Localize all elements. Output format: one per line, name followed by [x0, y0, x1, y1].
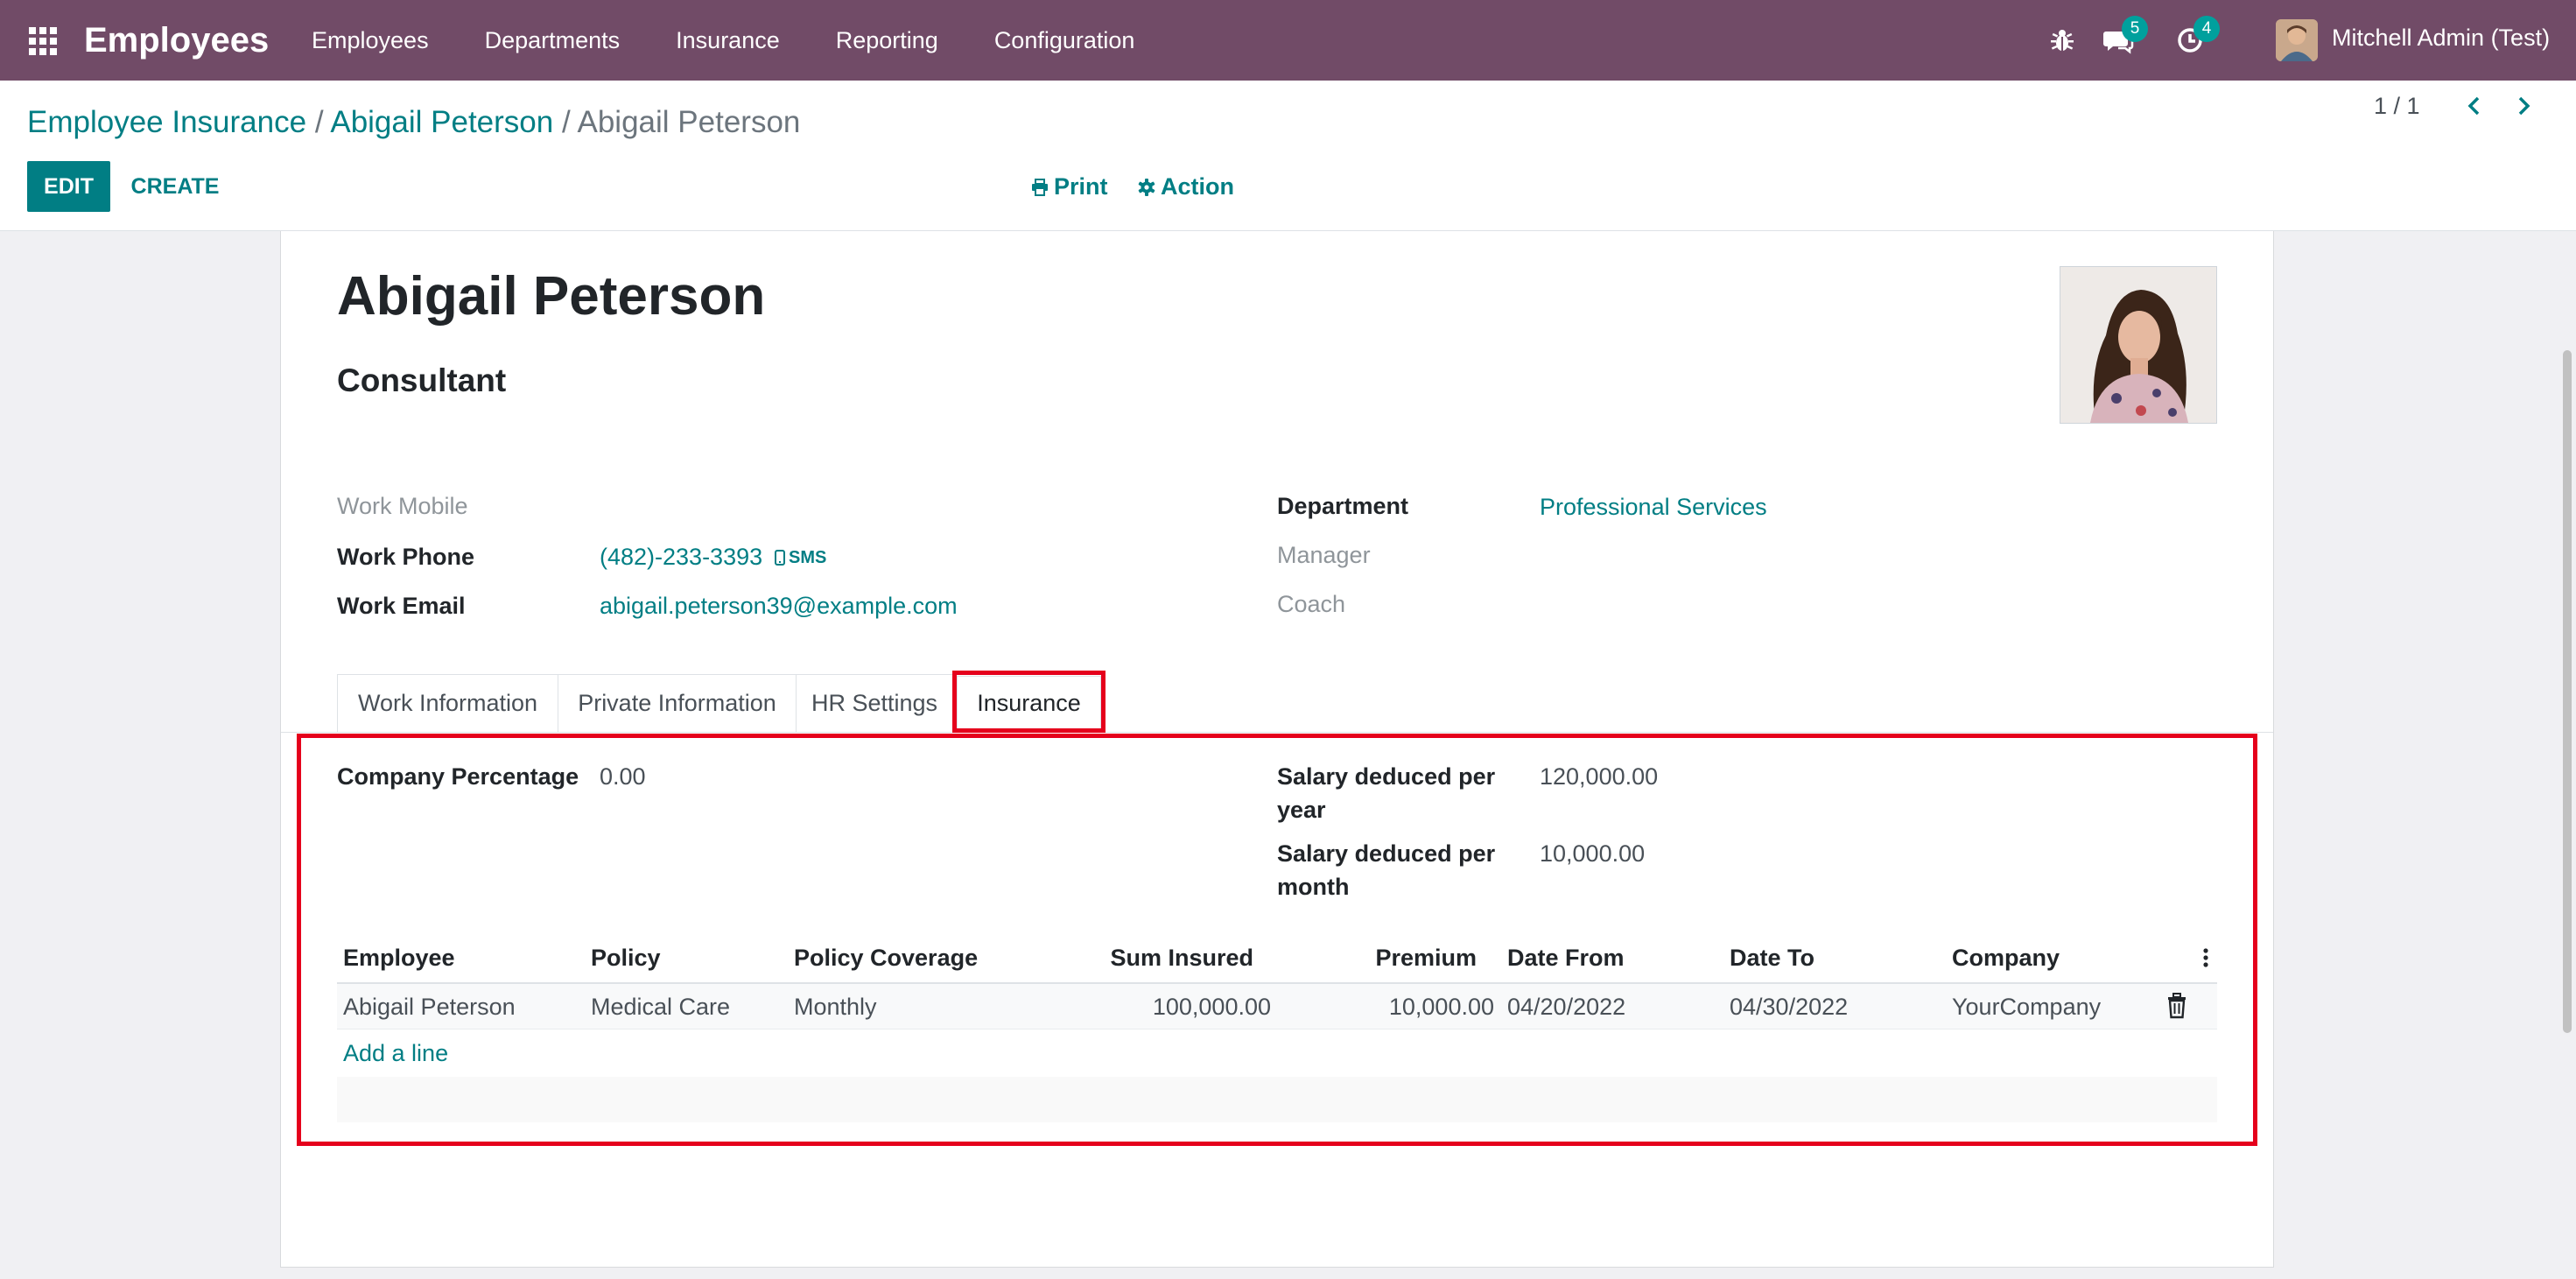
employee-job-title: Consultant — [337, 362, 507, 398]
top-navbar: Employees Employees Departments Insuranc… — [0, 0, 2576, 81]
breadcrumb-employee-insurance[interactable]: Employee Insurance — [27, 105, 306, 139]
pager-value[interactable]: 1 / 1 — [2374, 81, 2420, 131]
breadcrumb-separator: / — [314, 105, 331, 139]
sms-button[interactable]: SMS — [775, 545, 826, 570]
breadcrumb-employee[interactable]: Abigail Peterson — [330, 105, 553, 139]
breadcrumb: Employee Insurance / Abigail Peterson / … — [27, 103, 800, 142]
insurance-panel-highlight-box — [297, 734, 2257, 1146]
tab-private-information[interactable]: Private Information — [558, 674, 797, 732]
previous-record-button[interactable] — [2460, 91, 2489, 121]
clock-icon[interactable]: 4 — [2174, 16, 2220, 56]
apps-grid-icon[interactable] — [28, 26, 58, 56]
breadcrumb-current: Abigail Peterson — [577, 105, 801, 139]
print-label: Print — [1054, 173, 1108, 200]
department-label: Department — [1277, 493, 1409, 519]
chevron-left-icon — [2467, 96, 2480, 116]
main-menu: Employees Departments Insurance Reportin… — [312, 0, 1190, 81]
tabs-divider — [281, 732, 2273, 733]
menu-reporting[interactable]: Reporting — [836, 0, 938, 81]
create-button[interactable]: CREATE — [119, 161, 231, 212]
work-mobile-label: Work Mobile — [337, 493, 468, 519]
tab-hr-settings[interactable]: HR Settings — [796, 674, 953, 732]
app-title[interactable]: Employees — [84, 19, 269, 61]
breadcrumb-separator: / — [561, 105, 578, 139]
sms-label: SMS — [789, 548, 827, 567]
scrollbar-thumb[interactable] — [2563, 350, 2572, 1033]
work-email-value[interactable]: abigail.peterson39@example.com — [600, 591, 958, 621]
work-phone-label: Work Phone — [337, 544, 475, 570]
control-panel: Employee Insurance / Abigail Peterson / … — [0, 81, 2576, 231]
gear-icon — [1138, 179, 1155, 196]
action-button[interactable]: Action — [1138, 161, 1234, 212]
menu-departments[interactable]: Departments — [485, 0, 621, 81]
tab-highlight-box — [952, 671, 1106, 733]
coach-label: Coach — [1277, 591, 1346, 617]
employee-photo[interactable] — [2060, 266, 2217, 424]
manager-label: Manager — [1277, 542, 1371, 568]
work-email-label: Work Email — [337, 593, 466, 619]
edit-button[interactable]: EDIT — [27, 161, 110, 212]
menu-configuration[interactable]: Configuration — [994, 0, 1135, 81]
next-record-button[interactable] — [2509, 91, 2538, 121]
user-menu[interactable]: Mitchell Admin (Test) — [2332, 25, 2550, 52]
chat-icon[interactable]: 5 — [2102, 16, 2148, 56]
chevron-right-icon — [2518, 96, 2530, 116]
menu-employees[interactable]: Employees — [312, 0, 429, 81]
user-avatar[interactable] — [2276, 19, 2318, 61]
print-icon — [1032, 179, 1048, 196]
print-button[interactable]: Print — [1031, 161, 1108, 212]
tab-work-information[interactable]: Work Information — [337, 674, 558, 732]
mobile-icon — [775, 550, 785, 566]
activities-badge: 4 — [2193, 16, 2220, 42]
employee-name: Abigail Peterson — [337, 266, 766, 327]
department-value[interactable]: Professional Services — [1540, 492, 1767, 522]
bug-icon[interactable] — [2046, 25, 2078, 56]
menu-insurance[interactable]: Insurance — [676, 0, 780, 81]
work-phone-value[interactable]: (482)-233-3393 — [600, 542, 762, 572]
action-label: Action — [1161, 173, 1234, 200]
messages-badge: 5 — [2122, 16, 2148, 42]
